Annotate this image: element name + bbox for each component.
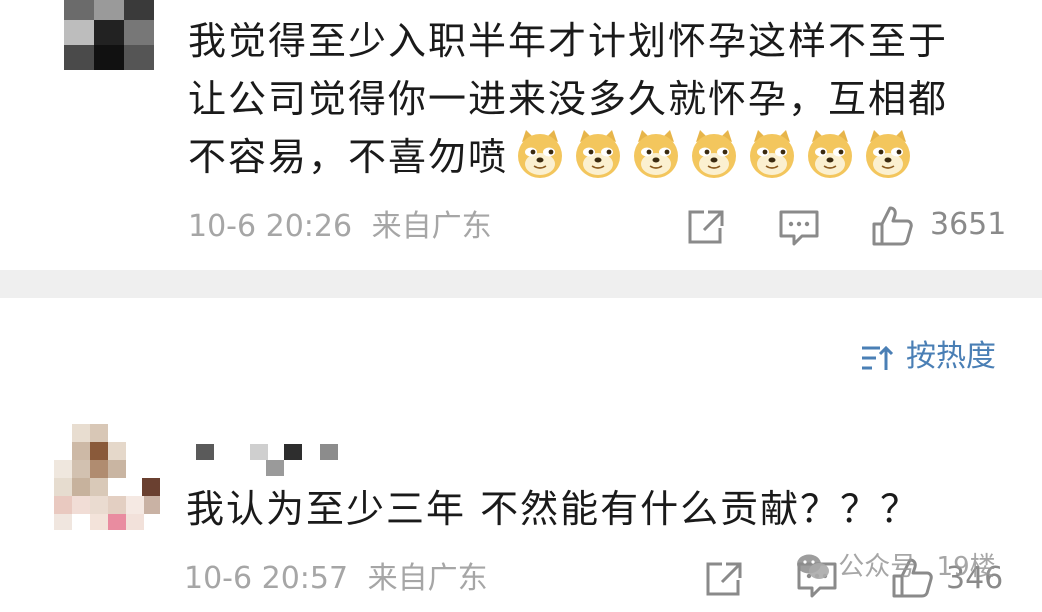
comment-text: 我觉得至少入职半年才计划怀孕这样不至于 让公司觉得你一进来没多久就怀孕，互相都 … [188, 12, 1018, 186]
wechat-icon [797, 554, 829, 579]
thumbs-up-icon [872, 206, 913, 246]
share-icon[interactable] [686, 208, 726, 246]
sort-icon [862, 345, 894, 370]
location: 来自广东 [367, 561, 488, 596]
location: 来自广东 [371, 209, 492, 244]
like-count: 3651 [930, 207, 1007, 242]
comment-icon[interactable] [778, 208, 820, 248]
doge-emoji [808, 130, 853, 178]
share-icon[interactable] [704, 560, 744, 598]
watermark-text: 公众号 [838, 552, 917, 582]
section-divider [0, 270, 1042, 298]
avatar[interactable] [54, 424, 160, 530]
avatar[interactable] [64, 0, 154, 70]
doge-emoji [750, 130, 795, 178]
doge-emoji [692, 130, 737, 178]
comment-text: 我认为至少三年 不然能有什么贡献？？？ [186, 487, 921, 531]
comment-text-line-1: 我觉得至少入职半年才计划怀孕这样不至于 [188, 19, 949, 63]
emoji-row [508, 130, 914, 179]
doge-emoji [866, 130, 911, 178]
username[interactable] [196, 444, 346, 478]
doge-emoji [576, 130, 621, 178]
doge-emoji [518, 130, 563, 178]
like-button[interactable]: 3651 [870, 204, 1010, 248]
timestamp: 10-6 20:26 [188, 209, 353, 244]
sort-label: 按热度 [906, 339, 996, 374]
comment-meta: 10-6 20:26 来自广东 [188, 210, 492, 244]
comment-text-line-3: 不容易，不喜勿喷 [188, 135, 509, 179]
doge-emoji [634, 130, 679, 178]
sort-button[interactable]: 按热度 [858, 338, 1008, 378]
comment-text-line-2: 让公司觉得你一进来没多久就怀孕，互相都 [188, 77, 949, 121]
timestamp: 10-6 20:57 [184, 561, 349, 596]
floor-label: 19楼 [936, 552, 996, 582]
comment-meta: 10-6 20:57 来自广东 [184, 562, 488, 596]
watermark: 公众号 19楼 [796, 550, 996, 584]
